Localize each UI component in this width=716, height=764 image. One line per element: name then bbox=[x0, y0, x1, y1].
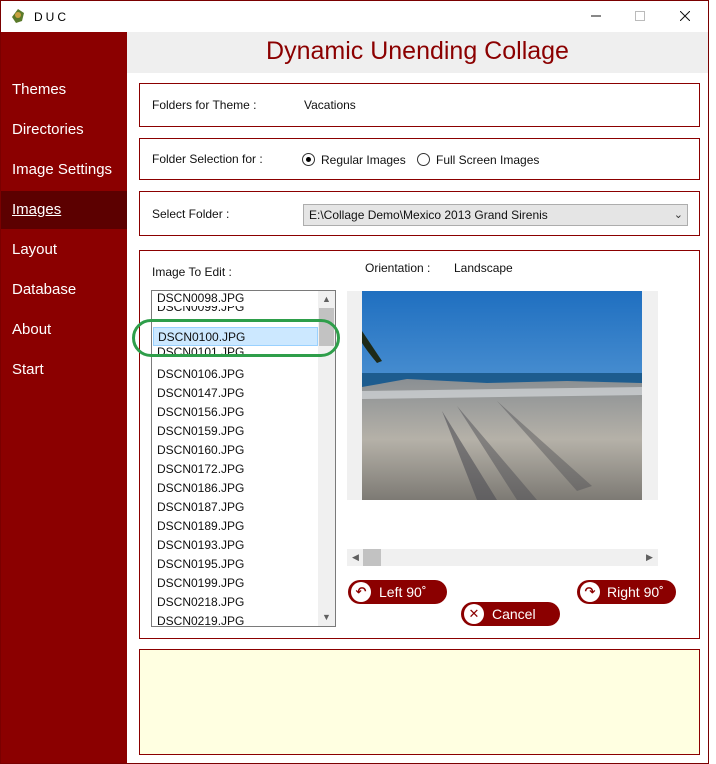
image-to-edit-label: Image To Edit : bbox=[152, 265, 232, 279]
theme-label: Folders for Theme : bbox=[152, 98, 257, 112]
sidebar: Themes Directories Image Settings Images… bbox=[1, 32, 127, 763]
sidebar-item-label: Image Settings bbox=[12, 161, 113, 178]
maximize-button[interactable] bbox=[617, 1, 663, 31]
orientation-value: Landscape bbox=[454, 261, 513, 275]
message-area bbox=[139, 649, 700, 755]
sidebar-item-database[interactable]: Database bbox=[1, 271, 127, 309]
list-item[interactable]: DSCN0099.JPG bbox=[153, 306, 318, 317]
rotate-right-button[interactable]: ↷ Right 90˚ bbox=[577, 580, 676, 604]
list-item[interactable]: DSCN0159.JPG bbox=[153, 422, 318, 441]
full-screen-images-label: Full Screen Images bbox=[436, 153, 540, 167]
rotate-right-label: Right 90˚ bbox=[607, 584, 664, 600]
list-item[interactable]: DSCN0219.JPG bbox=[153, 612, 318, 626]
sidebar-item-layout[interactable]: Layout bbox=[1, 231, 127, 269]
window-title: DUC bbox=[34, 10, 69, 24]
sidebar-item-images[interactable]: Images bbox=[1, 191, 127, 229]
list-item[interactable]: DSCN0193.JPG bbox=[153, 536, 318, 555]
regular-images-label: Regular Images bbox=[321, 153, 406, 167]
folder-selection-panel: Folder Selection for : Regular Images Fu… bbox=[139, 138, 700, 180]
sidebar-item-label: Directories bbox=[12, 121, 84, 138]
list-item[interactable]: DSCN0199.JPG bbox=[153, 574, 318, 593]
folder-dropdown-value: E:\Collage Demo\Mexico 2013 Grand Sireni… bbox=[309, 208, 548, 222]
cancel-button[interactable]: ✕ Cancel bbox=[461, 602, 560, 626]
select-folder-panel: Select Folder : E:\Collage Demo\Mexico 2… bbox=[139, 191, 700, 236]
page-title: Dynamic Unending Collage bbox=[266, 37, 569, 65]
chevron-right-icon[interactable]: ▶ bbox=[641, 549, 658, 566]
image-preview bbox=[347, 291, 658, 500]
orientation-label: Orientation : bbox=[365, 261, 431, 275]
select-folder-label: Select Folder : bbox=[152, 207, 230, 221]
title-bar: DUC bbox=[1, 1, 708, 32]
app-window: DUC Themes Directories Image Settings Im… bbox=[0, 0, 709, 764]
chevron-down-icon[interactable]: ▼ bbox=[318, 609, 335, 626]
sidebar-item-themes[interactable]: Themes bbox=[1, 71, 127, 109]
rotate-left-button[interactable]: ↶ Left 90˚ bbox=[348, 580, 447, 604]
minimize-icon bbox=[591, 15, 601, 17]
folder-selection-label: Folder Selection for : bbox=[152, 152, 263, 166]
list-item[interactable]: DSCN0195.JPG bbox=[153, 555, 318, 574]
list-item[interactable]: DSCN0186.JPG bbox=[153, 479, 318, 498]
preview-scrollbar[interactable]: ◀ ▶ bbox=[347, 549, 658, 566]
list-item[interactable]: DSCN0187.JPG bbox=[153, 498, 318, 517]
sidebar-item-directories[interactable]: Directories bbox=[1, 111, 127, 149]
sidebar-item-about[interactable]: About bbox=[1, 311, 127, 349]
rotate-right-icon: ↷ bbox=[580, 582, 600, 602]
sidebar-item-image-settings[interactable]: Image Settings bbox=[1, 151, 127, 189]
list-item[interactable]: DSCN0147.JPG bbox=[153, 384, 318, 403]
highlight-ring bbox=[132, 319, 340, 357]
beach-photo bbox=[362, 291, 642, 500]
list-item-label: DSCN0099.JPG bbox=[157, 306, 245, 314]
chevron-down-icon: ⌄ bbox=[673, 209, 683, 221]
sidebar-item-label: Database bbox=[12, 281, 77, 298]
rotate-left-label: Left 90˚ bbox=[379, 584, 427, 600]
sidebar-item-label: Start bbox=[12, 361, 44, 378]
list-item[interactable]: DSCN0218.JPG bbox=[153, 593, 318, 612]
scroll-thumb[interactable] bbox=[363, 549, 381, 566]
sidebar-item-label: About bbox=[12, 321, 52, 338]
folder-dropdown[interactable]: E:\Collage Demo\Mexico 2013 Grand Sireni… bbox=[303, 204, 688, 226]
list-item[interactable]: DSCN0172.JPG bbox=[153, 460, 318, 479]
sidebar-item-label: Themes bbox=[12, 81, 67, 98]
header-bar: Dynamic Unending Collage bbox=[127, 32, 708, 73]
chevron-left-icon[interactable]: ◀ bbox=[347, 549, 364, 566]
close-icon bbox=[679, 10, 691, 22]
sidebar-item-start[interactable]: Start bbox=[1, 351, 127, 389]
list-item[interactable]: DSCN0106.JPG bbox=[153, 365, 318, 384]
theme-panel: Folders for Theme : Vacations bbox=[139, 83, 700, 127]
sidebar-item-label: Images bbox=[12, 201, 62, 218]
list-item[interactable]: DSCN0156.JPG bbox=[153, 403, 318, 422]
full-screen-images-radio[interactable] bbox=[417, 153, 430, 166]
cancel-label: Cancel bbox=[492, 606, 536, 622]
regular-images-radio[interactable] bbox=[302, 153, 315, 166]
minimize-button[interactable] bbox=[573, 1, 619, 31]
rotate-left-icon: ↶ bbox=[351, 582, 371, 602]
sidebar-item-label: Layout bbox=[12, 241, 58, 258]
list-item[interactable]: DSCN0160.JPG bbox=[153, 441, 318, 460]
maximize-icon bbox=[635, 11, 645, 21]
list-item[interactable]: DSCN0189.JPG bbox=[153, 517, 318, 536]
close-button[interactable] bbox=[662, 1, 708, 31]
close-circle-icon: ✕ bbox=[464, 604, 484, 624]
app-logo-icon bbox=[12, 9, 24, 23]
chevron-up-icon[interactable]: ▲ bbox=[318, 291, 335, 308]
theme-value: Vacations bbox=[304, 98, 356, 112]
